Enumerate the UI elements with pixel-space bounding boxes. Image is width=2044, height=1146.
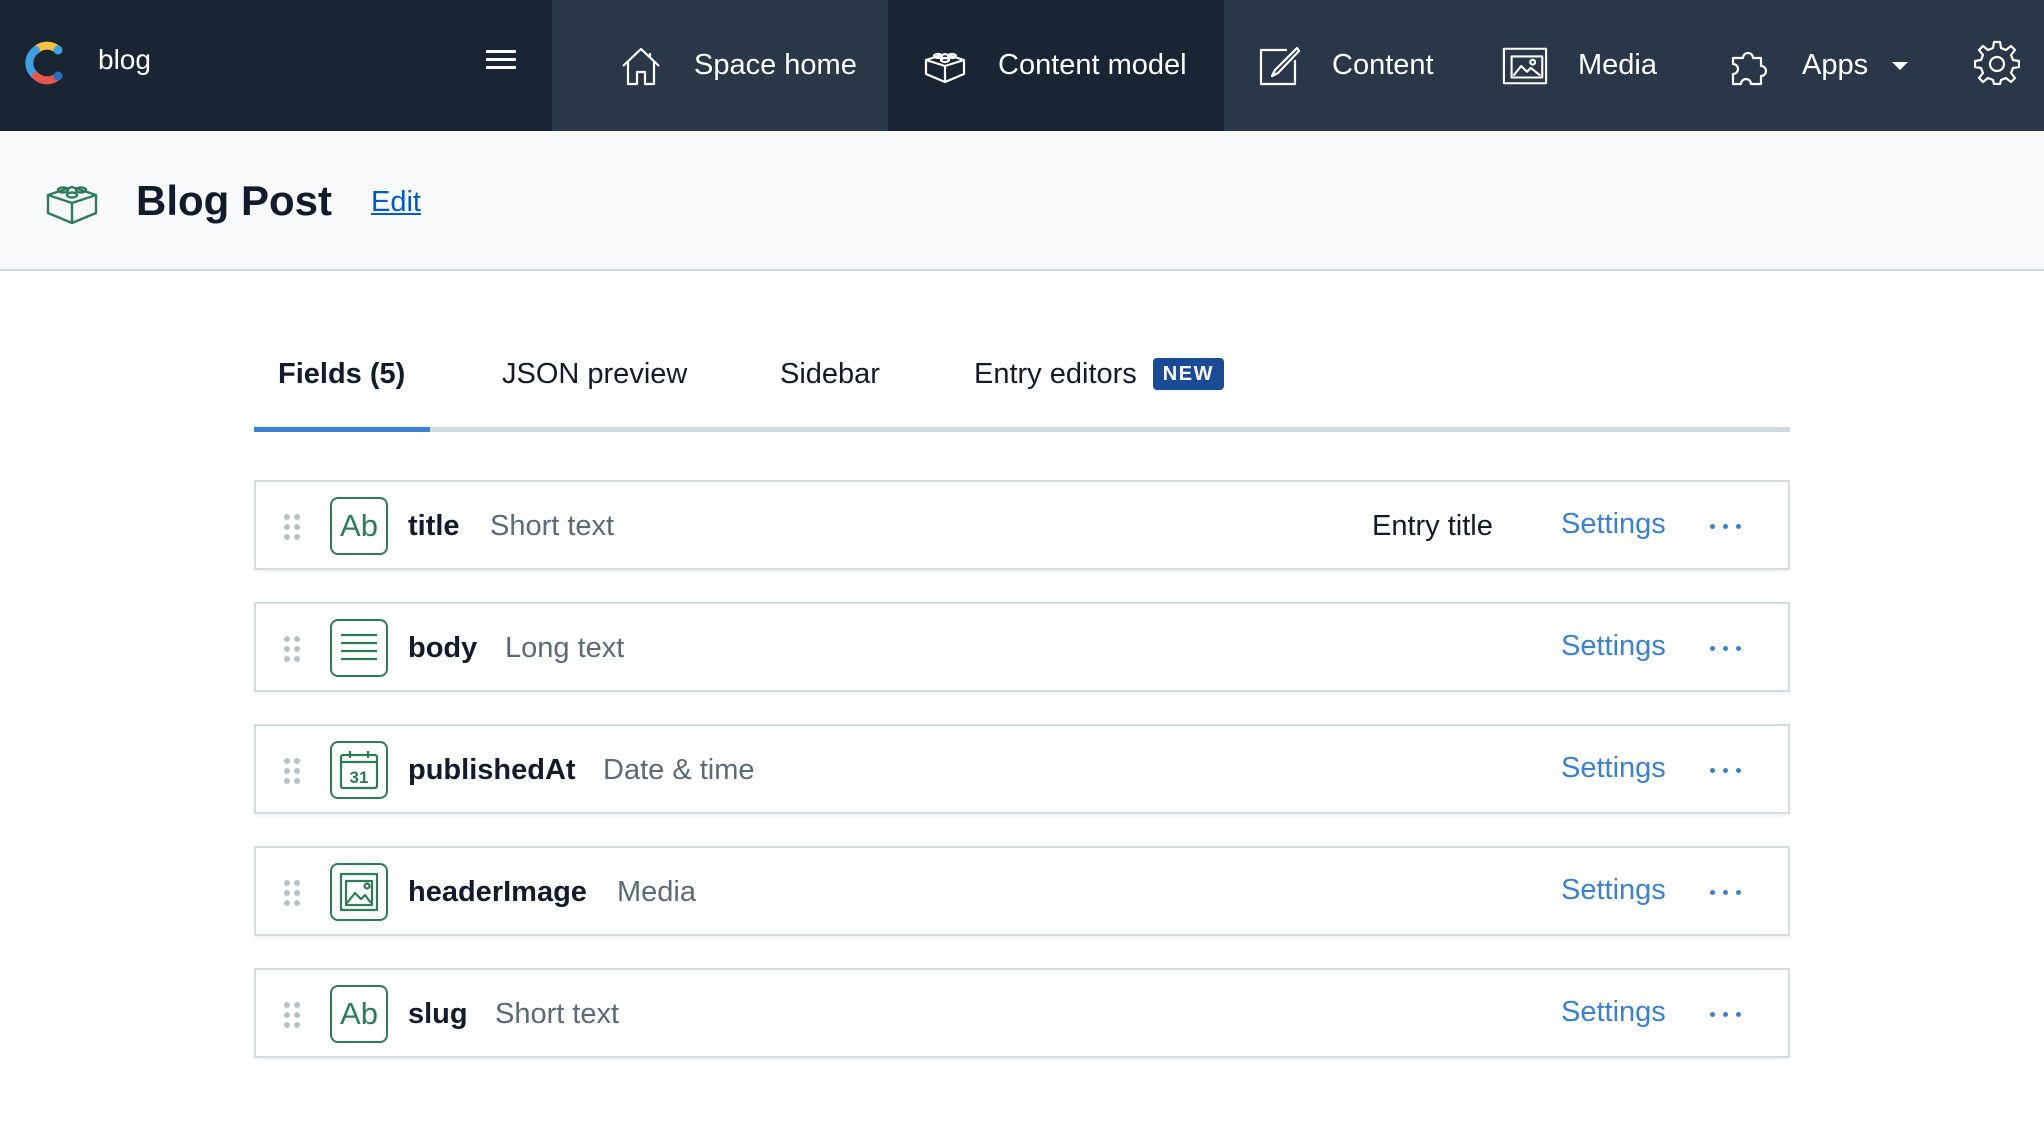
field-name: slug	[408, 998, 468, 1030]
page-title: Blog Post	[136, 177, 332, 224]
cube-icon	[46, 185, 98, 225]
short-text-icon: Ab	[330, 497, 388, 555]
entry-title-label: Entry title	[1372, 510, 1493, 542]
nav-content[interactable]: Content	[1224, 0, 1446, 131]
media-icon	[330, 863, 388, 921]
active-tab-indicator	[254, 427, 430, 432]
content-type-header: Blog Post Edit	[0, 131, 2044, 271]
contentful-logo-icon	[25, 41, 63, 85]
tab-fields[interactable]: Fields (5)	[278, 352, 405, 432]
more-options-icon[interactable]	[1706, 632, 1746, 662]
field-type: Short text	[495, 998, 620, 1030]
field-row: Ab title Short text Entry title Settings	[254, 480, 1790, 570]
hamburger-icon[interactable]	[486, 50, 516, 74]
edit-icon	[1256, 43, 1302, 89]
space-switcher[interactable]: blog	[0, 0, 552, 131]
field-type: Media	[617, 876, 696, 908]
nav-label: Content model	[998, 49, 1187, 81]
field-name: headerImage	[408, 876, 587, 908]
field-name: title	[408, 510, 460, 542]
space-name[interactable]: blog	[98, 44, 151, 76]
tab-json-preview[interactable]: JSON preview	[502, 352, 687, 432]
field-settings-button[interactable]: Settings	[1561, 996, 1666, 1029]
more-options-icon[interactable]	[1706, 876, 1746, 906]
chevron-down-icon	[1892, 61, 1909, 70]
home-icon	[618, 43, 664, 89]
tab-bar: Fields (5) JSON preview Sidebar Entry ed…	[254, 352, 1790, 432]
drag-handle-icon[interactable]	[284, 758, 300, 784]
more-options-icon[interactable]	[1706, 998, 1746, 1028]
tab-sidebar[interactable]: Sidebar	[780, 352, 880, 432]
short-text-icon: Ab	[330, 985, 388, 1043]
drag-handle-icon[interactable]	[284, 636, 300, 662]
cube-icon	[922, 43, 968, 89]
image-icon	[1502, 43, 1548, 89]
gear-icon	[1973, 39, 2021, 93]
field-row: headerImage Media Settings	[254, 846, 1790, 936]
field-type: Long text	[505, 632, 625, 664]
nav-label: Apps	[1802, 49, 1869, 81]
nav-label: Media	[1578, 49, 1657, 81]
field-type: Short text	[490, 510, 615, 542]
nav-label: Space home	[694, 49, 857, 81]
field-row: 31 publishedAt Date & time Settings	[254, 724, 1790, 814]
nav-apps[interactable]: Apps	[1668, 0, 1918, 131]
field-row: body Long text Settings	[254, 602, 1790, 692]
puzzle-icon	[1726, 43, 1772, 89]
field-row: Ab slug Short text Settings	[254, 968, 1790, 1058]
new-badge: NEW	[1152, 358, 1224, 390]
nav-space-home[interactable]: Space home	[552, 0, 888, 131]
field-settings-button[interactable]: Settings	[1561, 630, 1666, 663]
nav-content-model[interactable]: Content model	[888, 0, 1224, 131]
svg-text:31: 31	[350, 768, 369, 787]
tab-entry-editors[interactable]: Entry editors NEW	[974, 352, 1224, 432]
nav-media[interactable]: Media	[1446, 0, 1668, 131]
more-options-icon[interactable]	[1706, 754, 1746, 784]
drag-handle-icon[interactable]	[284, 880, 300, 906]
field-settings-button[interactable]: Settings	[1561, 874, 1666, 907]
long-text-icon	[330, 619, 388, 677]
field-name: body	[408, 632, 478, 664]
tab-label: Entry editors	[974, 358, 1137, 390]
field-settings-button[interactable]: Settings	[1561, 752, 1666, 785]
drag-handle-icon[interactable]	[284, 514, 300, 540]
edit-link[interactable]: Edit	[371, 186, 421, 219]
field-name: publishedAt	[408, 754, 576, 786]
drag-handle-icon[interactable]	[284, 1002, 300, 1028]
field-settings-button[interactable]: Settings	[1561, 508, 1666, 541]
settings-button[interactable]	[1950, 0, 2044, 131]
top-navigation: blog Space home Content model Content Me…	[0, 0, 2044, 131]
field-type: Date & time	[603, 754, 755, 786]
calendar-icon: 31	[330, 741, 388, 799]
more-options-icon[interactable]	[1706, 510, 1746, 540]
nav-label: Content	[1332, 49, 1434, 81]
